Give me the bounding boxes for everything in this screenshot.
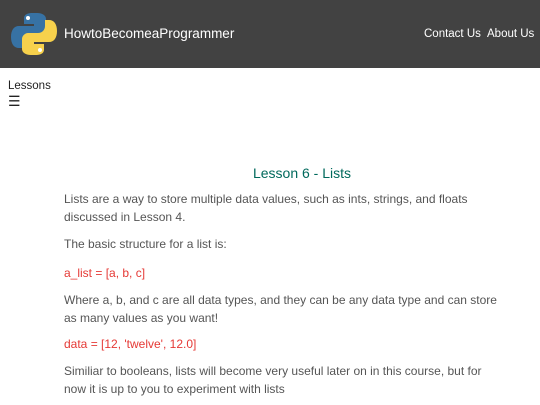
code-example-list: a_list = [a, b, c]: [64, 266, 146, 280]
lessons-label: Lessons: [8, 80, 51, 92]
lesson-paragraph-booleans: Similiar to booleans, lists will become …: [64, 364, 482, 396]
python-logo-icon[interactable]: [9, 9, 59, 59]
lesson-paragraph-structure: The basic structure for a list is:: [64, 237, 227, 251]
lesson-title: Lesson 6 - Lists: [252, 165, 352, 181]
hamburger-menu-icon[interactable]: ☰: [8, 93, 21, 109]
lesson-paragraph-intro: Lists are a way to store multiple data v…: [64, 192, 468, 224]
site-brand-link[interactable]: HowtoBecomeaProgrammer: [64, 26, 234, 41]
code-example-data: data = [12, 'twelve', 12.0]: [64, 337, 197, 351]
lesson-paragraph-datatypes: Where a, b, and c are all data types, an…: [64, 293, 497, 325]
top-navbar: HowtoBecomeaProgrammer Contact Us About …: [0, 0, 540, 68]
contact-us-link[interactable]: Contact Us: [424, 28, 481, 40]
about-us-link[interactable]: About Us: [487, 28, 534, 40]
